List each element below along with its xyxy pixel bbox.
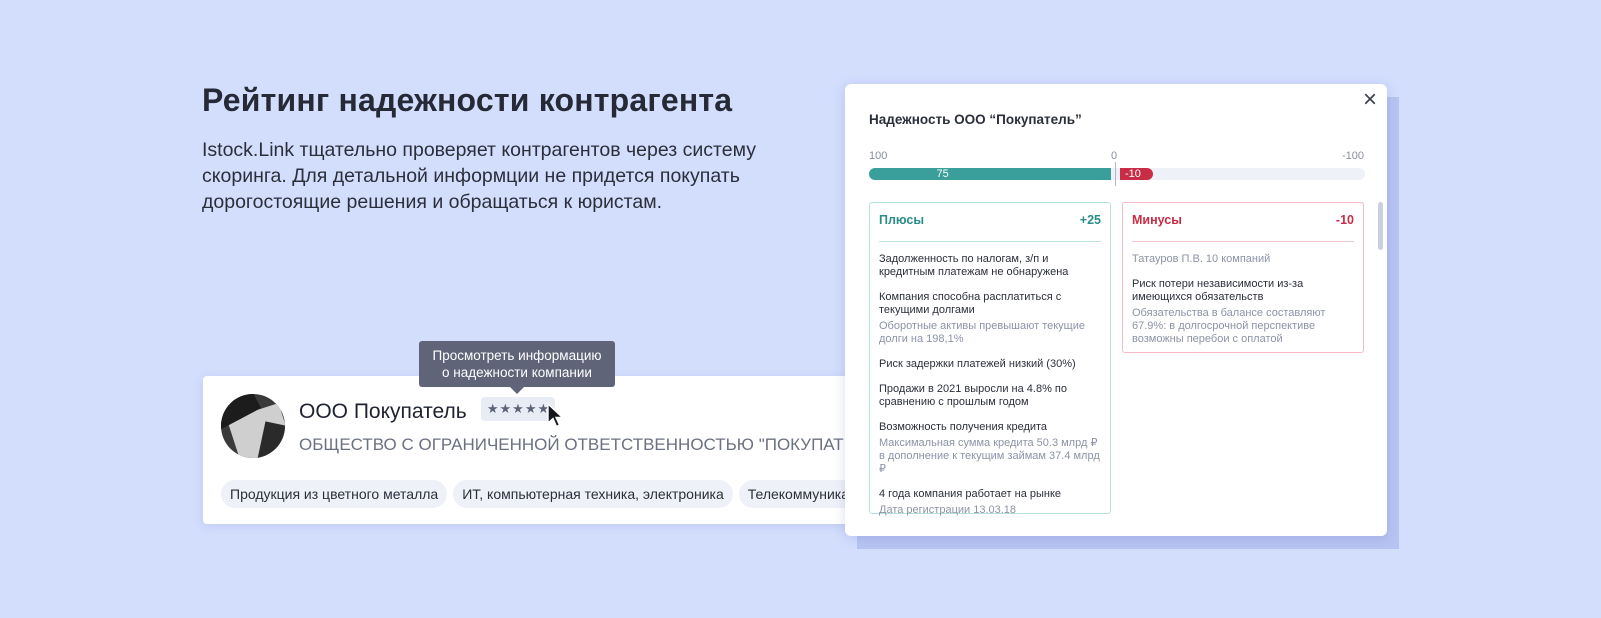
minus-label: Минусы <box>1132 213 1182 227</box>
list-item-title: Риск потери независимости из-за имеющихс… <box>1132 278 1304 303</box>
axis-label-right: -100 <box>1342 150 1365 162</box>
axis-label-left: 100 <box>869 150 888 162</box>
minus-panel: Минусы -10 Татауров П.В. 10 компаний Риск… <box>1122 202 1364 353</box>
company-name[interactable]: ООО Покупатель <box>299 400 467 424</box>
tag-item[interactable]: ИТ, компьютерная техника, электроника <box>453 480 733 508</box>
minus-list: Татауров П.В. 10 компаний Риск потери нез… <box>1132 253 1355 358</box>
list-item: Татауров П.В. 10 компаний <box>1132 253 1355 266</box>
rating-tooltip: Просмотреть информацию о надежности комп… <box>419 341 615 394</box>
list-item: Компания способна расплатиться с текущим… <box>879 291 1102 346</box>
list-item: 4 года компания работает на рынке Дата ре… <box>879 488 1102 517</box>
tag-list: Продукция из цветного металла ИТ, компью… <box>221 480 863 508</box>
close-icon[interactable]: × <box>1363 86 1377 114</box>
list-item-title: Риск задержки платежей низкий (30%) <box>879 358 1076 370</box>
list-item-title: Компания способна расплатиться с текущим… <box>879 291 1062 316</box>
axis-label-zero: 0 <box>1111 150 1118 162</box>
list-item-title: Задолженность по налогам, з/п и кредитны… <box>879 253 1069 278</box>
plus-header: Плюсы +25 <box>879 213 1101 242</box>
list-item-detail: Дата регистрации 13.03.18 <box>879 504 1017 516</box>
tooltip-line: Просмотреть информацию <box>432 348 602 363</box>
company-avatar <box>221 394 285 458</box>
star-icon: ★ <box>512 401 524 416</box>
plus-list: Задолженность по налогам, з/п и кредитны… <box>879 253 1102 529</box>
tooltip-line: о надежности компании <box>442 365 592 380</box>
page-title: Рейтинг надежности контрагента <box>202 82 733 118</box>
cursor-icon <box>547 403 565 428</box>
rating-stars-button[interactable]: ★ ★ ★ ★ ★ <box>481 397 555 421</box>
list-item-detail: Оборотные активы превышают текущие долги… <box>879 320 1085 345</box>
minus-score: -10 <box>1335 213 1354 227</box>
minus-header: Минусы -10 <box>1132 213 1354 242</box>
zero-divider <box>1115 162 1116 186</box>
list-item-title: Возможность получения кредита <box>879 421 1048 433</box>
list-item: Задолженность по налогам, з/п и кредитны… <box>879 253 1102 279</box>
page-description: Istock.Link тщательно проверяет контраге… <box>202 139 756 213</box>
star-icon: ★ <box>524 401 537 416</box>
star-icon: ★ <box>499 401 512 416</box>
list-item: Риск потери независимости из-за имеющихс… <box>1132 278 1355 346</box>
company-card[interactable]: ООО Покупатель ★ ★ ★ ★ ★ ОБЩЕСТВО С ОГРА… <box>203 376 863 524</box>
list-item-title: 4 года компания работает на рынке <box>879 488 1062 500</box>
list-item: Возможность получения кредита Максимальна… <box>879 421 1102 476</box>
list-item: Продажи в 2021 выросли на 4.8% по сравне… <box>879 383 1102 409</box>
star-icon: ★ <box>486 401 499 416</box>
reliability-modal: × Надежность ООО “Покупатель” 100 0 -100… <box>845 84 1387 536</box>
plus-panel: Плюсы +25 Задолженность по налогам, з/п … <box>869 202 1111 516</box>
list-item-detail: Максимальная сумма кредита 50.3 млрд ₽ в… <box>879 437 1100 475</box>
positive-score-bar <box>869 168 1111 180</box>
positive-score-label: 75 <box>930 168 955 180</box>
company-full-name: ОБЩЕСТВО С ОГРАНИЧЕННОЙ ОТВЕТСТВЕННОСТЬЮ… <box>299 435 863 454</box>
list-item-detail: Татауров П.В. 10 компаний <box>1132 253 1271 265</box>
negative-score-label: -10 <box>1125 168 1141 180</box>
negative-score-bar: -10 <box>1120 168 1153 180</box>
list-item-title: Продажи в 2021 выросли на 4.8% по сравне… <box>879 383 1067 408</box>
modal-scrollbar[interactable] <box>1378 202 1383 250</box>
list-item-detail: Обязательства в балансе составляют 67.9%… <box>1132 307 1326 345</box>
plus-score: +25 <box>1079 213 1101 227</box>
list-item: Риск задержки платежей низкий (30%) <box>879 358 1102 371</box>
tag-item[interactable]: Продукция из цветного металла <box>221 480 448 508</box>
plus-label: Плюсы <box>879 213 925 227</box>
modal-title: Надежность ООО “Покупатель” <box>869 112 1082 127</box>
